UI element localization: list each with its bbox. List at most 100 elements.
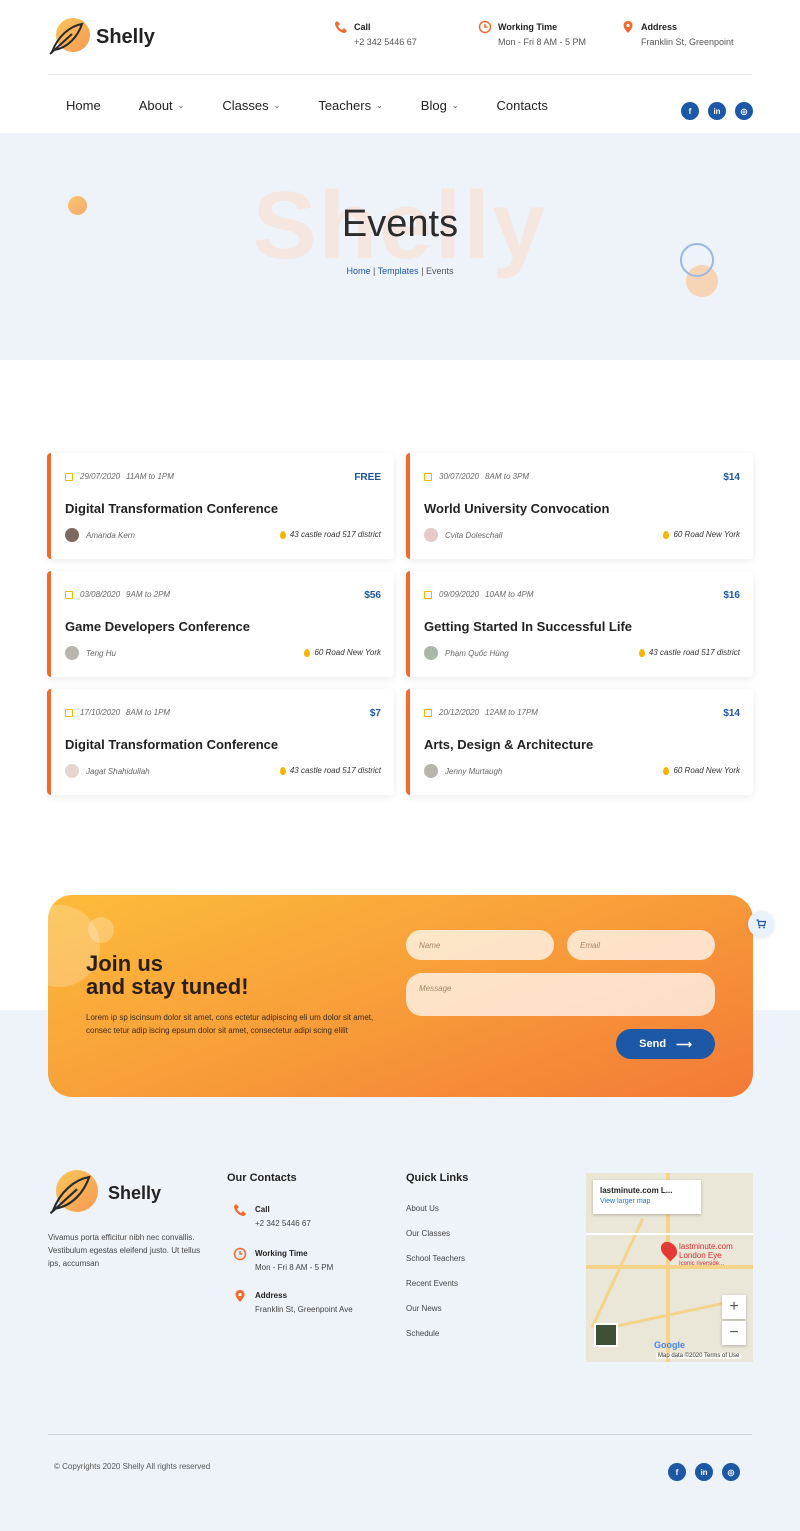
newsletter-heading-line2: and stay tuned! — [86, 974, 249, 999]
clock-icon — [478, 20, 492, 34]
quick-link-our-classes[interactable]: Our Classes — [406, 1229, 465, 1238]
nav-home[interactable]: Home — [66, 98, 101, 113]
calendar-icon — [424, 472, 432, 481]
event-price: $16 — [723, 590, 740, 601]
cart-icon[interactable] — [748, 911, 774, 937]
event-card[interactable]: 20/12/2020 12AM to 17PM $14 Arts, Design … — [406, 689, 753, 795]
event-title[interactable]: World University Convocation — [424, 501, 609, 516]
location-pin-icon — [638, 648, 645, 657]
nav-teachers[interactable]: Teachers ⌄ — [318, 98, 382, 113]
nav-contacts[interactable]: Contacts — [497, 98, 548, 113]
footer-address-value: Franklin St, Greenpoint Ave — [255, 1305, 353, 1314]
brand-name: Shelly — [96, 25, 155, 48]
calendar-icon — [65, 472, 73, 481]
quick-link-about-us[interactable]: About Us — [406, 1204, 465, 1213]
breadcrumb-separator: | — [370, 266, 378, 276]
nav-classes[interactable]: Classes ⌄ — [222, 98, 280, 113]
quick-link-schedule[interactable]: Schedule — [406, 1329, 465, 1338]
facebook-icon[interactable]: f — [681, 102, 699, 120]
map-zoom-in-button[interactable]: + — [722, 1295, 746, 1319]
breadcrumb-templates[interactable]: Templates — [378, 266, 419, 276]
site-header: Shelly Call +2 342 5446 67 Working Time … — [0, 0, 800, 133]
nav-about[interactable]: About ⌄ — [139, 98, 185, 113]
breadcrumb-home[interactable]: Home — [346, 266, 370, 276]
page-hero: Shelly Events Home | Templates | Events — [0, 133, 800, 360]
brand-logo[interactable]: Shelly — [48, 18, 155, 56]
header-call: Call +2 342 5446 67 — [335, 21, 417, 47]
location-pin-icon — [623, 21, 633, 33]
location-pin-icon — [235, 1290, 245, 1302]
chevron-down-icon: ⌄ — [177, 101, 185, 110]
event-card[interactable]: 30/07/2020 8AM to 3PM $14 World Universit… — [406, 453, 753, 559]
name-input[interactable]: Name — [406, 930, 554, 960]
address-value: Franklin St, Greenpoint — [641, 37, 734, 47]
view-larger-map-link[interactable]: View larger map — [600, 1198, 694, 1205]
send-button[interactable]: Send ⟶ — [616, 1029, 715, 1059]
location-map[interactable]: lastminute.com L... View larger map last… — [586, 1173, 753, 1362]
footer-contacts-title: Our Contacts — [227, 1172, 297, 1184]
event-location: 43 castle road 517 district — [279, 766, 381, 775]
event-location: 43 castle road 517 district — [638, 648, 740, 657]
nav-about-label: About — [138, 98, 173, 113]
event-card[interactable]: 29/07/2020 11AM to 1PM FREE Digital Trans… — [47, 453, 394, 559]
event-title[interactable]: Digital Transformation Conference — [65, 501, 278, 516]
event-title[interactable]: Digital Transformation Conference — [65, 737, 278, 752]
map-marker-icon[interactable] — [657, 1238, 681, 1262]
footer-call-value[interactable]: +2 342 5446 67 — [255, 1219, 311, 1228]
event-title[interactable]: Arts, Design & Architecture — [424, 737, 593, 752]
quick-link-recent-events[interactable]: Recent Events — [406, 1279, 465, 1288]
event-date: 17/10/2020 8AM to 1PM — [65, 708, 170, 717]
breadcrumb-current: Events — [426, 266, 454, 276]
footer-social: f in ◎ — [659, 1463, 740, 1481]
send-label: Send — [639, 1038, 667, 1050]
nav-blog[interactable]: Blog ⌄ — [421, 98, 459, 113]
event-date: 03/08/2020 9AM to 2PM — [65, 590, 170, 599]
email-input[interactable]: Email — [567, 930, 715, 960]
event-card[interactable]: 17/10/2020 8AM to 1PM $7 Digital Transfor… — [47, 689, 394, 795]
breadcrumb-separator: | — [418, 266, 427, 276]
map-zoom-out-button[interactable]: − — [722, 1321, 746, 1345]
facebook-icon[interactable]: f — [668, 1463, 686, 1481]
avatar — [65, 764, 79, 778]
header-divider — [48, 74, 752, 75]
avatar — [424, 646, 438, 660]
map-attribution[interactable]: Map data ©2020 Terms of Use — [656, 1353, 742, 1359]
chevron-down-icon: ⌄ — [273, 101, 281, 110]
breadcrumb: Home | Templates | Events — [0, 266, 800, 276]
calendar-icon — [424, 708, 432, 717]
call-title: Call — [354, 22, 371, 32]
event-speaker: Amanda Kern — [65, 528, 135, 542]
event-title[interactable]: Game Developers Conference — [65, 619, 250, 634]
satellite-toggle[interactable] — [594, 1323, 618, 1347]
instagram-icon[interactable]: ◎ — [735, 102, 753, 120]
event-speaker: Cvita Doleschall — [424, 528, 502, 542]
avatar — [65, 646, 79, 660]
map-place-name: lastminute.com L... — [600, 1186, 673, 1195]
newsletter-heading-line1: Join us — [86, 951, 164, 976]
chevron-down-icon: ⌄ — [451, 101, 459, 110]
nav-contacts-label: Contacts — [496, 98, 548, 113]
footer-logo[interactable]: Shelly — [48, 1170, 161, 1216]
event-speaker: Teng Hu — [65, 646, 116, 660]
linkedin-icon[interactable]: in — [695, 1463, 713, 1481]
feather-logo-icon — [48, 18, 90, 56]
linkedin-icon[interactable]: in — [708, 102, 726, 120]
newsletter-banner: Join us and stay tuned! Lorem ip sp isci… — [48, 895, 753, 1097]
nav-blog-label: Blog — [420, 98, 447, 113]
event-card[interactable]: 03/08/2020 9AM to 2PM $56 Game Developers… — [47, 571, 394, 677]
event-speaker: Jagat Shahidullah — [65, 764, 150, 778]
location-pin-icon — [304, 648, 311, 657]
footer-quick-links-title: Quick Links — [406, 1172, 469, 1184]
message-textarea[interactable]: Message — [406, 973, 715, 1016]
quick-link-school-teachers[interactable]: School Teachers — [406, 1254, 465, 1263]
call-value[interactable]: +2 342 5446 67 — [354, 37, 417, 47]
event-title[interactable]: Getting Started In Successful Life — [424, 619, 632, 634]
avatar — [424, 528, 438, 542]
instagram-icon[interactable]: ◎ — [722, 1463, 740, 1481]
clock-icon — [233, 1247, 247, 1261]
footer-call: Call +2 342 5446 67 — [233, 1204, 311, 1228]
feather-logo-icon — [48, 1170, 98, 1216]
quick-link-our-news[interactable]: Our News — [406, 1304, 465, 1313]
map-marker-label: lastminute.com London Eye Iconic riversi… — [679, 1242, 733, 1267]
event-card[interactable]: 09/09/2020 10AM to 4PM $16 Getting Starte… — [406, 571, 753, 677]
